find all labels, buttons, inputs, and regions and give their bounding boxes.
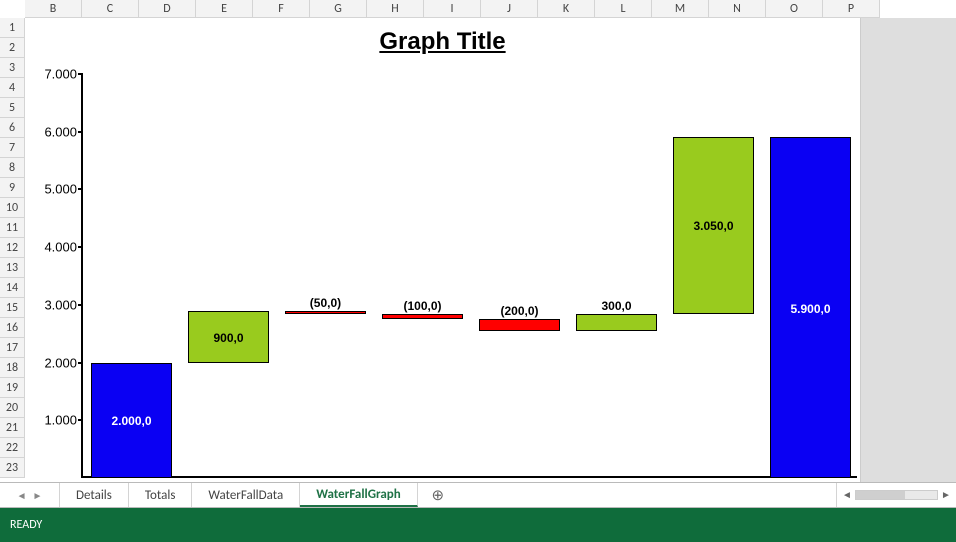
row-header[interactable]: 19 [0,378,25,398]
sheet-tab[interactable]: Totals [129,483,193,507]
row-header[interactable]: 15 [0,298,25,318]
sheet-tab[interactable]: WaterFallData [192,483,300,507]
sheet-tab[interactable]: Details [60,483,129,507]
status-bar: READY [0,508,956,542]
sheet-tab[interactable]: WaterFallGraph [300,483,418,507]
scroll-track[interactable] [855,490,938,500]
scroll-right-icon[interactable]: ► [940,489,952,501]
embedded-chart[interactable]: Graph Title 1.0002.0003.0004.0005.0006.0… [25,18,861,482]
tab-nav-buttons[interactable]: ◄ ► [0,483,60,507]
col-header[interactable]: O [766,0,823,18]
row-header[interactable]: 16 [0,318,25,338]
waterfall-bar-label: (100,0) [403,299,441,313]
row-header[interactable]: 8 [0,158,25,178]
add-sheet-button[interactable]: ⊕ [418,483,458,507]
col-header[interactable]: F [253,0,310,18]
y-axis-tick-label: 1.000 [25,413,77,428]
waterfall-bar[interactable]: 2.000,0 [91,363,172,478]
row-header[interactable]: 2 [0,38,25,58]
col-header[interactable]: E [196,0,253,18]
scroll-left-icon[interactable]: ◄ [841,489,853,501]
row-header[interactable]: 22 [0,438,25,458]
chart-title: Graph Title [25,28,860,56]
horizontal-scrollbar[interactable]: ◄ ► [836,483,956,507]
col-header[interactable]: L [595,0,652,18]
chart-plot-area: 1.0002.0003.0004.0005.0006.0007.0002.000… [81,74,857,478]
y-axis-tick-label: 7.000 [25,67,77,82]
col-header[interactable]: G [310,0,367,18]
row-header[interactable]: 3 [0,58,25,78]
waterfall-bar-label: 900,0 [213,331,243,345]
row-header[interactable]: 18 [0,358,25,378]
col-header[interactable]: B [25,0,82,18]
tab-nav-next-icon[interactable]: ► [33,489,43,502]
col-header[interactable]: M [652,0,709,18]
row-header[interactable]: 7 [0,138,25,158]
row-header[interactable]: 10 [0,198,25,218]
row-header[interactable]: 11 [0,218,25,238]
waterfall-bar[interactable]: 300,0 [576,314,657,331]
col-header[interactable]: D [139,0,196,18]
waterfall-bar-label: (50,0) [310,296,341,310]
sheet-tab-strip: ◄ ► DetailsTotalsWaterFallDataWaterFallG… [0,482,956,508]
row-header[interactable]: 4 [0,78,25,98]
row-headers: 1234567891011121314151617181920212223 [0,18,25,478]
waterfall-bar[interactable]: 5.900,0 [770,137,851,478]
col-header[interactable]: N [709,0,766,18]
y-axis-tick-label: 3.000 [25,297,77,312]
col-header[interactable]: J [481,0,538,18]
waterfall-bar-label: (200,0) [500,304,538,318]
row-header[interactable]: 17 [0,338,25,358]
col-header[interactable]: H [367,0,424,18]
row-header[interactable]: 20 [0,398,25,418]
column-headers: BCDEFGHIJKLMNOP [0,0,956,18]
waterfall-bar[interactable]: (200,0) [479,319,560,331]
row-header[interactable]: 1 [0,18,25,38]
y-axis-tick-label: 2.000 [25,355,77,370]
row-header[interactable]: 23 [0,458,25,478]
waterfall-bar[interactable]: (50,0) [285,311,366,314]
waterfall-bar-label: 5.900,0 [790,302,830,316]
row-header[interactable]: 12 [0,238,25,258]
waterfall-bar-label: 2.000,0 [111,414,151,428]
waterfall-bar[interactable]: 3.050,0 [673,137,754,313]
scroll-thumb[interactable] [856,491,905,499]
col-header[interactable]: C [82,0,139,18]
y-axis-tick-label: 6.000 [25,124,77,139]
col-header[interactable]: I [424,0,481,18]
row-header[interactable]: 6 [0,118,25,138]
row-header[interactable]: 5 [0,98,25,118]
y-axis-tick-label: 4.000 [25,240,77,255]
y-axis-tick-label: 5.000 [25,182,77,197]
row-header[interactable]: 13 [0,258,25,278]
waterfall-bar-label: 300,0 [601,299,631,313]
col-header[interactable]: K [538,0,595,18]
tab-nav-prev-icon[interactable]: ◄ [17,489,27,502]
col-header[interactable]: P [823,0,880,18]
waterfall-bar[interactable]: 900,0 [188,311,269,363]
row-header[interactable]: 21 [0,418,25,438]
row-header[interactable]: 14 [0,278,25,298]
waterfall-bar[interactable]: (100,0) [382,314,463,320]
status-ready-label: READY [10,518,42,532]
row-header[interactable]: 9 [0,178,25,198]
waterfall-bar-label: 3.050,0 [693,219,733,233]
grid-inactive-area [861,18,956,482]
plus-icon: ⊕ [431,486,444,505]
